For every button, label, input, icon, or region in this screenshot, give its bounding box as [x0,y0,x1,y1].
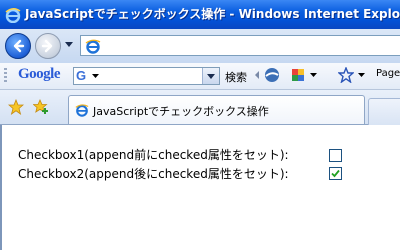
forward-button[interactable] [35,33,61,59]
window-title: JavaScriptでチェックボックス操作 - Windows Internet… [25,7,400,21]
checkbox1-label: Checkbox1(append前にchecked属性をセット): [18,148,289,162]
back-arrow-icon [13,39,25,53]
tab-label: JavaScriptでチェックボックス操作 [93,105,269,118]
google-toolbar: Google G 検索 Page [0,63,400,90]
search-button[interactable]: 検索 [225,69,247,85]
new-tab-button[interactable] [368,98,400,125]
checkbox1[interactable] [329,149,342,162]
address-bar[interactable] [80,35,400,56]
page-button[interactable]: Page [376,68,400,79]
google-g-icon: G [76,68,87,83]
chevron-down-icon[interactable] [310,73,317,77]
pagerank-icon[interactable] [264,67,280,83]
chevron-down-icon [92,74,99,78]
ie-logo-icon [5,8,21,23]
back-button[interactable] [5,33,31,59]
forward-arrow-icon [41,39,53,53]
window-title-bar: JavaScriptでチェックボックス操作 - Windows Internet… [0,0,400,29]
page-icon [85,39,101,54]
history-dropdown-icon[interactable] [65,42,73,47]
tab-active[interactable]: JavaScriptでチェックボックス操作 [68,95,365,124]
google-search-input[interactable]: G [73,67,220,85]
checkbox2[interactable] [329,167,342,180]
google-logo-text: Google [18,66,61,82]
toolbar-grip[interactable] [4,68,7,84]
tab-bar: JavaScriptでチェックボックス操作 [0,90,400,125]
add-favorite-icon[interactable] [33,99,49,115]
options-arrow-icon[interactable] [254,67,262,83]
favorites-center-icon[interactable] [8,99,24,115]
google-logo[interactable]: Google [18,66,61,83]
search-dropdown-button[interactable] [202,68,219,84]
checkbox2-label: Checkbox2(append後にchecked属性をセット): [18,167,289,181]
page-content: Checkbox1(append前にchecked属性をセット): Checkb… [0,125,400,250]
bookmarks-icon[interactable] [290,67,306,83]
page-icon [75,104,89,117]
address-toolbar [0,29,400,64]
chevron-down-icon [207,74,215,79]
favorites-star-icon[interactable] [338,67,354,83]
chevron-down-icon[interactable] [358,73,365,77]
checkmark-icon [331,169,340,178]
